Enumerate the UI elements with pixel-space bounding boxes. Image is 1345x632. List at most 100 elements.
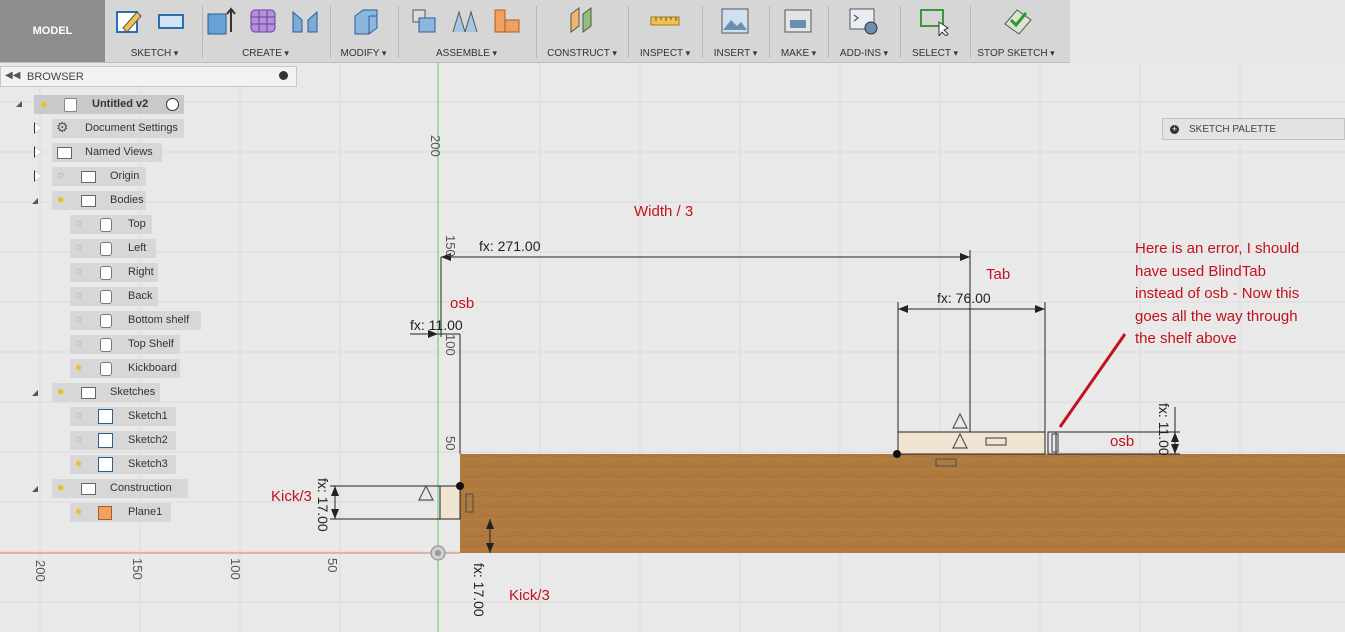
- toolbar-group-sketch[interactable]: SKETCH: [107, 0, 202, 62]
- folder-icon: [81, 387, 96, 399]
- dimension-osb-left[interactable]: fx: 11.00: [410, 317, 463, 333]
- tree-item-named-views[interactable]: Named Views: [30, 143, 190, 162]
- tree-item-body-left[interactable]: ○ Left: [70, 239, 230, 258]
- tree-item-body-kickboard[interactable]: ● Kickboard: [70, 359, 230, 378]
- create-sketch-icon[interactable]: [113, 6, 145, 36]
- ruler-label-v-200: 200: [428, 135, 443, 157]
- lightbulb-icon[interactable]: ●: [75, 504, 82, 518]
- ruler-label-v-150: 150: [443, 235, 458, 257]
- error-pointer-line: [1058, 333, 1127, 428]
- lightbulb-icon[interactable]: ●: [75, 360, 82, 374]
- lightbulb-off-icon[interactable]: ○: [75, 288, 82, 302]
- offset-plane-icon[interactable]: [565, 6, 597, 36]
- ruler-label-v-50: 50: [443, 436, 458, 451]
- extrude-icon[interactable]: [205, 6, 237, 36]
- annotation-osb-top: osb: [450, 295, 475, 312]
- dimension-osb-right[interactable]: fx: 11.00: [1156, 403, 1172, 456]
- folder-icon: [81, 171, 96, 183]
- tree-item-label: Sketches: [110, 386, 156, 398]
- expand-icon[interactable]: +: [1170, 125, 1179, 134]
- toolbar-group-add-ins[interactable]: ADD-INS: [829, 0, 899, 62]
- body-icon: [100, 266, 112, 280]
- rectangle-icon[interactable]: [155, 6, 187, 36]
- activate-radio-icon[interactable]: [166, 98, 179, 111]
- dimension-width[interactable]: fx: 271.00: [479, 238, 541, 254]
- toolbar-group-inspect[interactable]: INSPECT: [629, 0, 701, 62]
- tree-item-body-bottom-shelf[interactable]: ○ Bottom shelf: [70, 311, 230, 330]
- error-note-line: goes all the way through: [1135, 307, 1298, 325]
- mirror-icon[interactable]: [289, 6, 321, 36]
- insert-image-icon[interactable]: [719, 6, 751, 36]
- tree-item-body-right[interactable]: ○ Right: [70, 263, 230, 282]
- lightbulb-off-icon[interactable]: ○: [75, 408, 82, 422]
- 3d-print-icon[interactable]: [782, 6, 814, 36]
- lightbulb-off-icon[interactable]: ○: [75, 240, 82, 254]
- lightbulb-off-icon[interactable]: ○: [57, 168, 64, 182]
- select-icon[interactable]: [919, 6, 951, 36]
- press-pull-icon[interactable]: [349, 6, 381, 36]
- tree-item-body-back[interactable]: ○ Back: [70, 287, 230, 306]
- tree-item-body-top[interactable]: ○ Top: [70, 215, 230, 234]
- ruler-label-h-200: 200: [33, 560, 48, 582]
- annotation-width: Width / 3: [634, 203, 694, 220]
- measure-icon[interactable]: [649, 6, 681, 36]
- stop-sketch-icon[interactable]: [1001, 6, 1033, 36]
- lightbulb-icon[interactable]: ●: [40, 97, 47, 111]
- tree-item-label: Kickboard: [128, 362, 177, 374]
- joint-icon[interactable]: [449, 6, 481, 36]
- toolbar-group-select[interactable]: SELECT: [901, 0, 969, 62]
- form-icon[interactable]: [247, 6, 279, 36]
- toolbar-group-make[interactable]: MAKE: [770, 0, 827, 62]
- tree-item-label: Sketch2: [128, 434, 168, 446]
- toolbar-group-create[interactable]: CREATE: [203, 0, 328, 62]
- lightbulb-off-icon[interactable]: ○: [75, 264, 82, 278]
- tree-item-label: Sketch1: [128, 410, 168, 422]
- browser-title: BROWSER: [27, 71, 84, 83]
- workspace-switcher-button[interactable]: MODEL: [0, 0, 105, 62]
- toolbar-group-label: CONSTRUCT: [537, 48, 627, 59]
- dimension-kick-bottom[interactable]: fx: 17.00: [471, 563, 487, 617]
- lightbulb-icon[interactable]: ●: [57, 480, 64, 494]
- lightbulb-icon[interactable]: ●: [57, 192, 64, 206]
- toolbar-group-assemble[interactable]: ASSEMBLE: [399, 0, 534, 62]
- new-component-icon[interactable]: [407, 6, 439, 36]
- toolbar-group-label: CREATE: [203, 48, 328, 59]
- toolbar-group-construct[interactable]: CONSTRUCT: [537, 0, 627, 62]
- sketch-icon: [98, 433, 113, 448]
- folder-icon: [81, 483, 96, 495]
- tree-item-sketch3[interactable]: ● Sketch3: [70, 455, 230, 474]
- toolbar-group-modify[interactable]: MODIFY: [331, 0, 396, 62]
- minimize-panel-icon[interactable]: [279, 71, 288, 80]
- lightbulb-off-icon[interactable]: ○: [75, 216, 82, 230]
- tree-root[interactable]: ● Untitled v2: [14, 95, 189, 114]
- dimension-tab[interactable]: fx: 76.00: [937, 290, 991, 306]
- toolbar-group-insert[interactable]: INSERT: [703, 0, 768, 62]
- scripts-icon[interactable]: [847, 6, 879, 36]
- lightbulb-off-icon[interactable]: ○: [75, 336, 82, 350]
- stop-sketch-button[interactable]: STOP SKETCH: [971, 0, 1061, 62]
- dimension-kick-left[interactable]: fx: 17.00: [315, 478, 331, 532]
- tree-item-plane1[interactable]: ● Plane1: [70, 503, 230, 522]
- collapse-panel-icon[interactable]: ◀◀: [5, 70, 20, 81]
- lightbulb-off-icon[interactable]: ○: [75, 432, 82, 446]
- tree-item-sketches[interactable]: ● Sketches: [30, 383, 190, 402]
- tree-item-body-top-shelf[interactable]: ○ Top Shelf: [70, 335, 230, 354]
- lightbulb-icon[interactable]: ●: [57, 384, 64, 398]
- sketch-palette-panel[interactable]: + SKETCH PALETTE: [1162, 118, 1345, 140]
- toolbar-group-label: SKETCH: [107, 48, 202, 59]
- tree-item-sketch1[interactable]: ○ Sketch1: [70, 407, 230, 426]
- body-icon: [100, 218, 112, 232]
- tree-item-document-settings[interactable]: ⚙ Document Settings: [30, 119, 190, 138]
- plane-icon: [98, 506, 112, 520]
- lightbulb-icon[interactable]: ●: [75, 456, 82, 470]
- tree-item-construction[interactable]: ● Construction: [30, 479, 200, 498]
- browser-panel-header[interactable]: ◀◀ BROWSER: [0, 66, 297, 87]
- tree-item-label: Sketch3: [128, 458, 168, 470]
- tree-item-origin[interactable]: ○ Origin: [30, 167, 190, 186]
- tree-item-label: Bottom shelf: [128, 314, 190, 326]
- tree-item-label: Right: [128, 266, 154, 278]
- lightbulb-off-icon[interactable]: ○: [75, 312, 82, 326]
- as-built-joint-icon[interactable]: [491, 6, 523, 36]
- tree-item-sketch2[interactable]: ○ Sketch2: [70, 431, 230, 450]
- tree-item-bodies[interactable]: ● Bodies: [30, 191, 190, 210]
